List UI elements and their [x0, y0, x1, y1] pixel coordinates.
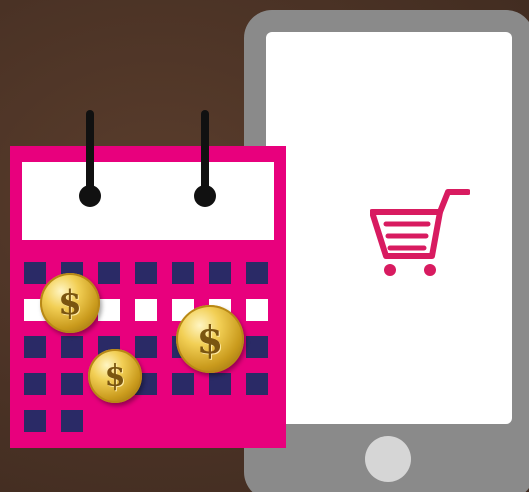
calendar-day-cell: [246, 299, 268, 321]
calendar-day-cell: [61, 336, 83, 358]
illustration: $ $ $: [0, 0, 529, 492]
calendar-day-cell: [246, 262, 268, 284]
calendar-ring-hole-right: [194, 185, 216, 207]
coin-symbol: $: [104, 358, 126, 394]
dollar-coin-icon: $: [40, 273, 100, 333]
calendar-day-cell: [61, 410, 83, 432]
dollar-coin-icon: $: [88, 349, 142, 403]
dollar-coin-icon: $: [176, 305, 244, 373]
shopping-cart-icon: [370, 189, 470, 276]
calendar-day-cell: [98, 262, 120, 284]
calendar-day-cell: [172, 373, 194, 395]
coin-symbol: $: [196, 316, 224, 362]
calendar-day-cell: [135, 299, 157, 321]
calendar-header: [22, 162, 274, 240]
smartphone-icon: [244, 10, 529, 492]
phone-screen: [266, 32, 512, 424]
calendar-day-cell: [209, 373, 231, 395]
calendar-day-cell: [61, 373, 83, 395]
calendar-day-cell: [135, 262, 157, 284]
coin-symbol: $: [58, 283, 82, 323]
calendar-ring-left: [86, 110, 94, 190]
calendar-day-cell: [246, 336, 268, 358]
calendar-day-cell: [172, 262, 194, 284]
home-button: [365, 436, 411, 482]
calendar-day-cell: [24, 336, 46, 358]
calendar-day-cell: [246, 373, 268, 395]
calendar-ring-right: [201, 110, 209, 190]
calendar-day-cell: [209, 262, 231, 284]
calendar-day-cell: [24, 410, 46, 432]
calendar-day-cell: [24, 373, 46, 395]
calendar-day-cell: [98, 299, 120, 321]
calendar-ring-hole-left: [79, 185, 101, 207]
